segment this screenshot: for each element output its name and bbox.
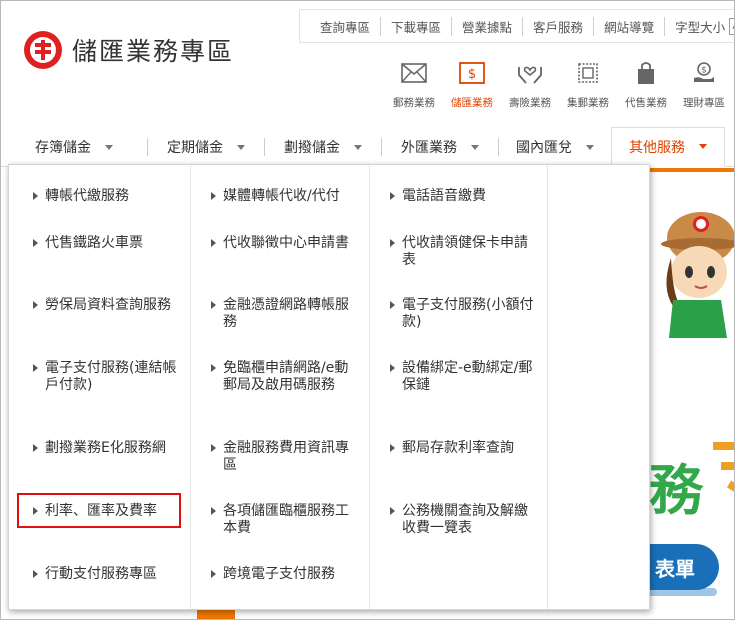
service-agency-sales[interactable]: 代售業務	[617, 59, 675, 110]
chevron-down-icon	[471, 144, 479, 150]
chevron-down-icon	[699, 144, 707, 149]
dollar-icon: $	[443, 59, 501, 87]
triangle-right-icon	[211, 444, 216, 452]
service-philately[interactable]: 集郵業務	[559, 59, 617, 110]
top-link-download[interactable]: 下載專區	[381, 16, 453, 36]
triangle-right-icon	[33, 444, 38, 452]
nav-other-services[interactable]: 其他服務	[611, 127, 725, 167]
menu-item-labor-insurance-query[interactable]: 勞保局資料查詢服務	[29, 297, 179, 314]
service-insurance[interactable]: 壽險業務	[501, 59, 559, 110]
banner-form-button[interactable]: 表單	[641, 544, 719, 590]
chevron-down-icon	[354, 144, 362, 150]
menu-item-fee-info[interactable]: 金融服務費用資訊專區	[207, 440, 357, 474]
other-services-dropdown: 轉帳代繳服務 代售鐵路火車票 勞保局資料查詢服務 電子支付服務(連結帳戶付款) …	[8, 164, 650, 610]
triangle-right-icon	[211, 192, 216, 200]
menu-item-transfer-payment[interactable]: 轉帳代繳服務	[29, 188, 179, 205]
site-logo[interactable]: 儲匯業務專區	[24, 31, 234, 69]
font-size-small-button[interactable]: 小	[729, 17, 734, 35]
chevron-down-icon	[237, 144, 245, 150]
banner-deco	[709, 436, 734, 509]
triangle-right-icon	[33, 364, 38, 372]
triangle-right-icon	[33, 239, 38, 247]
top-link-branches[interactable]: 營業據點	[452, 16, 524, 36]
envelope-icon	[385, 59, 443, 87]
nav-domestic-remittance[interactable]: 國內匯兌	[499, 127, 611, 167]
triangle-right-icon	[33, 192, 38, 200]
font-size-control: 字型大小 小	[665, 17, 734, 36]
nav-foreign-exchange[interactable]: 外匯業務	[382, 127, 498, 167]
money-hand-icon: $	[675, 59, 733, 87]
mascot-image	[661, 212, 734, 338]
service-postal[interactable]: 郵務業務	[385, 59, 443, 110]
service-savings[interactable]: $ 儲匯業務	[443, 59, 501, 110]
triangle-right-icon	[33, 570, 38, 578]
menu-item-giro-e-service[interactable]: 劃撥業務E化服務網	[29, 440, 179, 457]
menu-item-government-fees[interactable]: 公務機關查詢及解繳收費一覽表	[386, 503, 536, 537]
top-link-sitemap[interactable]: 網站導覽	[594, 16, 666, 36]
chevron-down-icon	[105, 144, 113, 150]
triangle-right-icon	[390, 239, 395, 247]
triangle-right-icon	[211, 239, 216, 247]
logo-title: 儲匯業務專區	[72, 37, 235, 66]
menu-item-jcic-application[interactable]: 代收聯徵中心申請書	[207, 235, 357, 252]
top-link-customer-service[interactable]: 客戶服務	[523, 16, 595, 36]
triangle-right-icon	[390, 507, 395, 515]
top-links-bar: 查詢專區 下載專區 營業據點 客戶服務 網站導覽 字型大小 小	[299, 9, 734, 43]
shopping-bag-icon	[617, 59, 675, 87]
menu-item-epay-small[interactable]: 電子支付服務(小額付款)	[386, 297, 536, 331]
triangle-right-icon	[390, 364, 395, 372]
top-link-query[interactable]: 查詢專區	[310, 16, 382, 36]
menu-item-certificate-transfer[interactable]: 金融憑證網路轉帳服務	[207, 297, 357, 331]
triangle-right-icon	[211, 301, 216, 309]
triangle-right-icon	[211, 570, 216, 578]
service-icons: 郵務業務 $ 儲匯業務 壽險業務 集郵業務 代售業務 $ 理財專區	[385, 59, 733, 110]
triangle-right-icon	[211, 364, 216, 372]
font-size-label: 字型大小	[675, 19, 726, 35]
triangle-right-icon	[33, 301, 38, 309]
triangle-right-icon	[390, 444, 395, 452]
nav-passbook-savings[interactable]: 存簿儲金	[1, 127, 147, 167]
menu-item-device-binding[interactable]: 設備綁定-e動綁定/郵保鏈	[386, 360, 536, 394]
menu-item-cross-border-payment[interactable]: 跨境電子支付服務	[207, 566, 357, 583]
banner-text: 務	[649, 459, 703, 522]
menu-item-counter-fees[interactable]: 各項儲匯臨櫃服務工本費	[207, 503, 357, 537]
menu-item-media-transfer[interactable]: 媒體轉帳代收/代付	[207, 188, 357, 205]
triangle-right-icon	[390, 301, 395, 309]
chevron-down-icon	[586, 144, 594, 150]
highlight-box	[17, 493, 181, 528]
promo-banner[interactable]: 務 表單	[641, 168, 734, 619]
menu-item-train-tickets[interactable]: 代售鐵路火車票	[29, 235, 179, 252]
nav-time-deposit[interactable]: 定期儲金	[148, 127, 264, 167]
svg-text:$: $	[701, 66, 707, 76]
stamp-icon	[559, 59, 617, 87]
triangle-right-icon	[211, 507, 216, 515]
menu-item-nhi-card[interactable]: 代收請領健保卡申請表	[386, 235, 536, 269]
main-nav: 存簿儲金 定期儲金 劃撥儲金 外匯業務 國內匯兌 其他服務	[1, 127, 734, 167]
post-logo-icon	[24, 31, 62, 69]
service-wealth[interactable]: $ 理財專區	[675, 59, 733, 110]
nav-postal-giro[interactable]: 劃撥儲金	[265, 127, 381, 167]
menu-item-deposit-rate-query[interactable]: 郵局存款利率查詢	[386, 440, 536, 457]
page-frame: 儲匯業務專區 查詢專區 下載專區 營業據點 客戶服務 網站導覽 字型大小 小 郵…	[0, 0, 735, 620]
menu-item-epay-account[interactable]: 電子支付服務(連結帳戶付款)	[29, 360, 179, 394]
menu-item-mobile-payment[interactable]: 行動支付服務專區	[29, 566, 179, 583]
menu-item-phone-payment[interactable]: 電話語音繳費	[386, 188, 536, 205]
svg-text:$: $	[468, 67, 476, 82]
hands-heart-icon	[501, 59, 559, 87]
menu-item-online-application[interactable]: 免臨櫃申請網路/e動郵局及啟用碼服務	[207, 360, 357, 394]
triangle-right-icon	[390, 192, 395, 200]
